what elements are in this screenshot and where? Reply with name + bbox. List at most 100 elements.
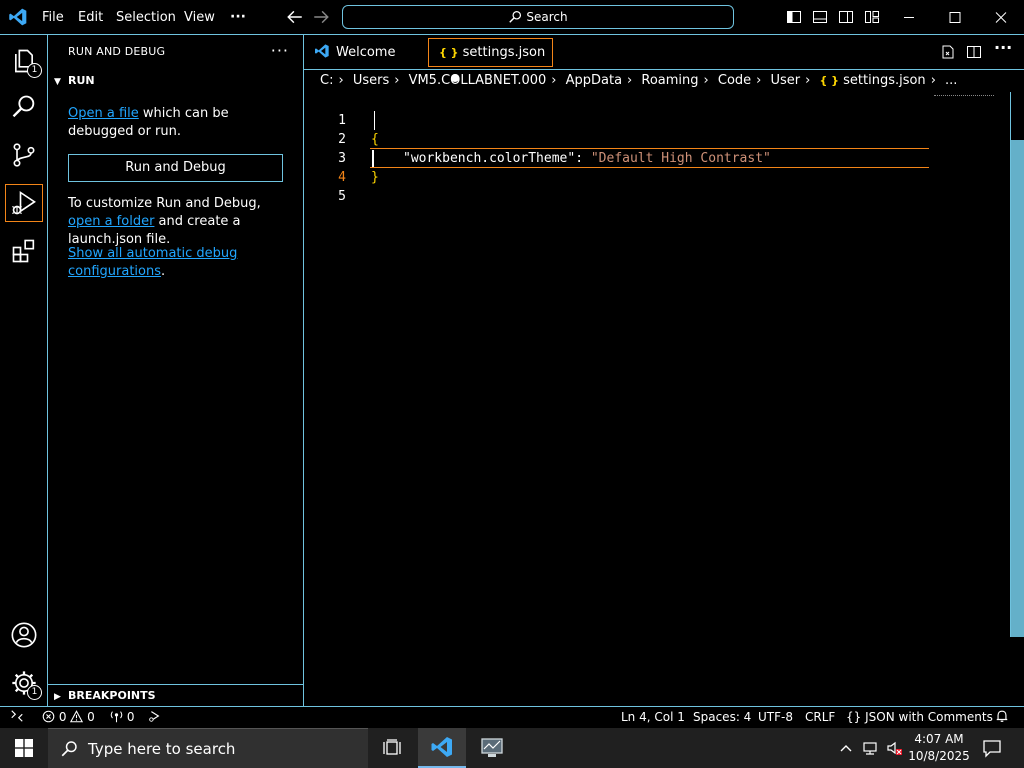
source-control-icon: [13, 143, 35, 167]
forward-arrow-icon[interactable]: [312, 8, 330, 26]
task-view-button[interactable]: [368, 728, 416, 768]
json-string-value: "Default High Contrast": [590, 151, 771, 166]
taskbar-search-placeholder: Type here to search: [88, 740, 236, 758]
code-editor[interactable]: 1 { 2 "workbench.colorTheme": "Default H…: [304, 92, 1024, 706]
menu-file[interactable]: File: [42, 0, 64, 35]
code-line[interactable]: 5: [304, 168, 346, 204]
breadcrumb-item[interactable]: User: [771, 73, 801, 88]
menu-more[interactable]: ···: [230, 0, 246, 35]
windows-logo-icon: [15, 739, 33, 757]
toggle-primary-sidebar-icon[interactable]: [786, 9, 802, 25]
breadcrumb-item[interactable]: Code: [718, 73, 751, 88]
command-center-search[interactable]: Search: [342, 5, 734, 29]
split-editor-icon[interactable]: [966, 44, 982, 60]
accounts-button[interactable]: [0, 611, 48, 659]
menu-view[interactable]: View: [184, 0, 215, 35]
code-line[interactable]: 1 {: [304, 92, 379, 147]
taskbar-vscode[interactable]: [418, 728, 466, 768]
notifications-indicator[interactable]: [995, 707, 1009, 729]
extensions-button[interactable]: [0, 227, 48, 275]
clock-date: 10/8/2025: [908, 749, 970, 763]
chevron-right-icon: ›: [756, 73, 762, 88]
chevron-down-icon: ▼: [54, 77, 61, 87]
editor-more-actions[interactable]: ···: [994, 38, 1012, 57]
breadcrumb-file[interactable]: settings.json: [843, 73, 926, 88]
tab-welcome[interactable]: Welcome: [304, 35, 424, 70]
menu-edit[interactable]: Edit: [78, 0, 103, 35]
run-and-debug-primary-button[interactable]: Run and Debug: [68, 154, 283, 182]
breadcrumb-item[interactable]: Roaming: [641, 73, 698, 88]
line-text: "workbench.colorTheme": "Default High Co…: [403, 149, 771, 168]
toggle-panel-icon[interactable]: [812, 9, 828, 25]
computer-window-icon: [481, 738, 503, 757]
run-and-debug-button[interactable]: [0, 179, 48, 227]
end-of-line[interactable]: CRLF: [805, 707, 835, 729]
json-colon: :: [575, 151, 591, 166]
breadcrumb: C: › Users › VM5.COLLABNET.000 › AppData › R…: [304, 70, 1024, 92]
vertical-scrollbar[interactable]: [1010, 92, 1024, 637]
show-all-configs-link[interactable]: Show all automatic debug configurations: [68, 246, 237, 279]
task-view-icon: [383, 739, 401, 755]
start-button[interactable]: [0, 728, 48, 768]
taskbar-search-box[interactable]: Type here to search: [48, 728, 368, 768]
debug-launch-indicator[interactable]: [147, 707, 161, 729]
breadcrumb-item[interactable]: C:: [320, 73, 333, 88]
breadcrumb-item[interactable]: Users: [353, 73, 389, 88]
tab-settings-json[interactable]: { } settings.json: [428, 38, 553, 82]
open-file-paragraph: Open a file which can be debugged or run…: [68, 105, 288, 141]
language-mode[interactable]: {} JSON with Comments: [846, 707, 993, 729]
code-line[interactable]: 4: [304, 149, 346, 185]
breakpoints-section-header[interactable]: ▶ BREAKPOINTS: [48, 684, 304, 706]
close-icon[interactable]: [978, 0, 1024, 35]
breadcrumb-tail[interactable]: ...: [945, 73, 957, 88]
manage-button[interactable]: 1: [0, 659, 48, 707]
source-control-button[interactable]: [0, 131, 48, 179]
breadcrumb-item[interactable]: AppData: [566, 73, 622, 88]
title-bar: File Edit Selection View ··· Search: [0, 0, 1024, 35]
language-label: JSON with Comments: [865, 710, 993, 724]
open-settings-ui-icon[interactable]: [940, 44, 956, 60]
run-section-header[interactable]: ▼ RUN: [48, 70, 304, 92]
toggle-secondary-sidebar-icon[interactable]: [838, 9, 854, 25]
code-line[interactable]: 3 }: [304, 130, 379, 185]
indentation[interactable]: Spaces: 4: [693, 707, 751, 729]
breadcrumb-item[interactable]: VM5.COLLABNET.000: [409, 73, 547, 88]
editor-tabs: Welcome { } settings.json ···: [304, 35, 1024, 82]
activity-bar: 1 1: [0, 35, 48, 706]
chevron-right-icon: ›: [627, 73, 633, 88]
scrollbar-thumb[interactable]: [1011, 140, 1024, 637]
taskbar-network-app[interactable]: [468, 728, 516, 768]
explorer-button[interactable]: 1: [0, 37, 48, 85]
open-file-link[interactable]: Open a file: [68, 106, 139, 121]
system-clock[interactable]: 4:07 AM 10/8/2025: [906, 731, 972, 765]
clock-time: 4:07 AM: [914, 732, 964, 746]
show-hidden-icons-chevron-up-icon[interactable]: [838, 740, 854, 756]
tab-settings-label: settings.json: [462, 45, 546, 60]
encoding[interactable]: UTF-8: [758, 707, 793, 729]
open-folder-link[interactable]: open a folder: [68, 214, 154, 229]
warning-count: 0: [87, 710, 95, 724]
problems-indicator[interactable]: 0 0: [42, 707, 95, 729]
chevron-right-icon: ▶: [54, 692, 61, 702]
cursor-position[interactable]: Ln 4, Col 1: [621, 707, 685, 729]
back-arrow-icon[interactable]: [286, 8, 304, 26]
notifications-speech-bubble-icon[interactable]: [982, 738, 1002, 758]
sidebar-more-actions[interactable]: ···: [271, 41, 289, 60]
search-view-button[interactable]: [0, 83, 48, 131]
network-icon[interactable]: [862, 740, 878, 756]
chevron-right-icon: ›: [930, 73, 936, 88]
customize-text-pre: To customize Run and Debug,: [68, 196, 261, 211]
json-file-icon: { }: [819, 74, 839, 87]
minimize-icon[interactable]: [886, 0, 932, 35]
volume-muted-icon[interactable]: [886, 740, 902, 756]
remote-indicator[interactable]: [10, 707, 24, 729]
json-key: "workbench.colorTheme": [403, 151, 576, 166]
braces-icon: {}: [846, 710, 862, 724]
menu-selection[interactable]: Selection: [116, 0, 176, 35]
customize-layout-icon[interactable]: [864, 9, 880, 25]
maximize-icon[interactable]: [932, 0, 978, 35]
minimap[interactable]: [934, 95, 994, 98]
sidebar-title: RUN AND DEBUG: [68, 45, 166, 58]
ports-indicator[interactable]: 0: [110, 707, 134, 729]
code-line[interactable]: 2 "workbench.colorTheme": "Default High …: [304, 111, 771, 166]
